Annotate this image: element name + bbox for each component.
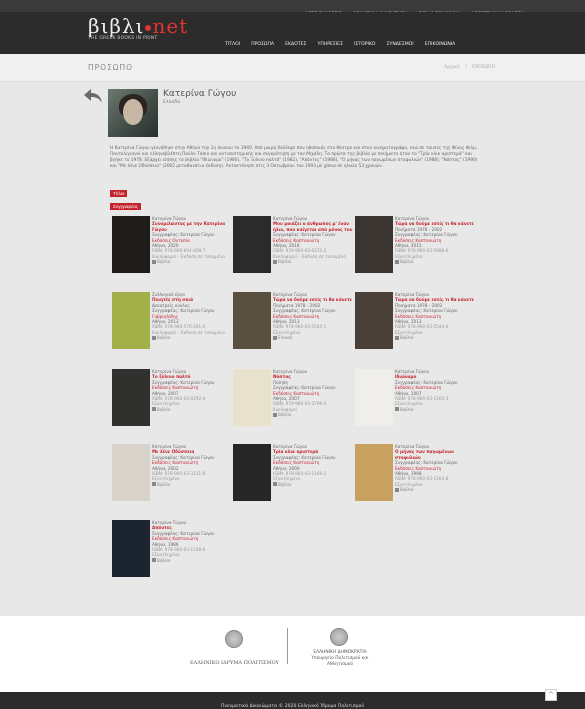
book-card[interactable]: Κατερίνα Γώγου Μου μοιάζει ο άνθρωπος μ' … [233, 216, 353, 286]
book-card[interactable]: Κατερίνα Γώγου Το ξύλινο παλτό Συγγραφέας:… [112, 369, 232, 439]
book-info: Κατερίνα Γώγου Νόστος Ποίηση Συγγραφέας: Κα… [273, 369, 353, 418]
breadcrumb: Αρχική / ΠΡΟΣΩΠΟ [440, 65, 495, 70]
nav-history[interactable]: ΙΣΤΟΡΙΚΟ [354, 42, 375, 47]
book-card[interactable]: Κατερίνα Γώγου Απόντες Συγγραφέας: Κατερίν… [112, 520, 232, 590]
book-card[interactable]: Κατερίνα Γώγου Ιδιώνυμο Συγγραφέας: Κατερί… [355, 369, 475, 439]
book-title[interactable]: Μου μοιάζει ο άνθρωπος μ' έναν ήλιο, που… [273, 221, 353, 232]
book-info: Κατερίνα Γώγου Τρία κλικ αριστερά Συγγραφέ… [273, 444, 353, 487]
book-cover[interactable] [355, 216, 393, 273]
breadcrumb-separator: / [465, 65, 467, 70]
book-cover[interactable] [112, 216, 150, 273]
book-format: Βιβλίο [152, 558, 232, 563]
book-format: Βιβλίο [273, 259, 353, 264]
titles-button[interactable]: Τίτλοι [110, 190, 128, 197]
copyright-text: Πνευματικά Δικαιώματα © 2020 Ελληνικό Ίδ… [220, 704, 365, 709]
book-card[interactable]: Κατερίνα Γώγου Τώρα να δούμε εσείς τι θα … [355, 216, 475, 286]
main-nav: ΤΙΤΛΟΙ ΠΡΟΣΩΠΑ ΕΚΔΟΤΕΣ ΥΠΗΡΕΣΙΕΣ ΙΣΤΟΡΙΚ… [225, 30, 461, 49]
page-title-bar: ΠΡΟΣΩΠΟ Αρχική / ΠΡΟΣΩΠΟ [0, 54, 585, 82]
book-card[interactable]: Κατερίνα Γώγου Με λένε Οδύσσεια Συγγραφέας… [112, 444, 232, 514]
nav-titles[interactable]: ΤΙΤΛΟΙ [225, 42, 240, 47]
ministry-logo-text: ΕΛΛΗΝΙΚΗ ΔΗΜΟΚΡΑΤΙΑ Υπουργείο Πολιτισμού… [300, 650, 380, 668]
book-info: Κατερίνα Γώγου Τώρα να δούμε εσείς τι θα … [273, 292, 353, 341]
book-format: Βιβλίο [273, 482, 353, 487]
site-header: βιβλι net THE GREEK BOOKS IN PRINT ΤΙΤΛΟΙ… [0, 12, 585, 54]
book-cover[interactable] [112, 292, 150, 349]
nav-persons[interactable]: ΠΡΟΣΩΠΑ [251, 42, 274, 47]
book-title[interactable]: Συνομιλώντας με την Κατερίνα Γώγου [152, 221, 232, 232]
nav-publishers[interactable]: ΕΚΔΟΤΕΣ [285, 42, 306, 47]
person-photo [108, 89, 158, 137]
book-cover[interactable] [355, 369, 393, 426]
greek-republic-emblem-icon [330, 628, 348, 646]
book-info: Κατερίνα Γώγου Με λένε Οδύσσεια Συγγραφέας… [152, 444, 232, 487]
foundation-name: ΕΛΛΗΝΙΚΟ ΙΔΡΥΜΑ ΠΟΛΙΤΙΣΜΟΥ [190, 660, 279, 666]
nav-contact[interactable]: ΕΠΙΚΟΙΝΩΝΙΑ [425, 42, 456, 47]
book-card[interactable]: Κατερίνα Γώγου Τώρα να δούμε εσείς τι θα … [355, 292, 475, 362]
logo-word: βιβλι [88, 14, 145, 38]
book-format: Βιβλίο [152, 407, 232, 412]
book-card[interactable]: Κατερίνα Γώγου Ο μήνας των παγωμένων σταφ… [355, 444, 475, 514]
book-cover[interactable] [355, 444, 393, 501]
book-format: E-book [273, 335, 353, 340]
book-format: Βιβλίο [273, 412, 353, 417]
logo-net: net [152, 14, 189, 38]
footer-logos: ΕΛΛΗΝΙΚΟ ΙΔΡΥΜΑ ΠΟΛΙΤΙΣΜΟΥ ΕΛΛΗΝΙΚΗ ΔΗΜΟ… [0, 616, 585, 692]
book-info: Κατερίνα Γώγου Μου μοιάζει ο άνθρωπος μ' … [273, 216, 353, 265]
book-title[interactable]: Ο μήνας των παγωμένων σταφυλιών [395, 449, 475, 460]
book-info: Κατερίνα Γώγου Απόντες Συγγραφέας: Κατερίν… [152, 520, 232, 563]
page-title: ΠΡΟΣΩΠΟ [88, 63, 134, 72]
book-format: Βιβλίο [395, 407, 475, 412]
foundation-emblem-icon [225, 630, 243, 648]
book-cover[interactable] [112, 369, 150, 426]
book-cover[interactable] [112, 520, 150, 577]
breadcrumb-home[interactable]: Αρχική [444, 65, 460, 70]
footer-divider [287, 628, 288, 664]
person-biography: Η Κατερίνα Γώγου γεννήθηκε στην Αθήνα τη… [110, 146, 478, 169]
book-info: Κατερίνα Γώγου Τώρα να δούμε εσείς τι θα … [395, 292, 475, 341]
book-card[interactable]: Συλλογικό έργο Ποιητές στη σκιά Δεκατρείς … [112, 292, 232, 362]
copyright-bar: Πνευματικά Δικαιώματα © 2020 Ελληνικό Ίδ… [0, 692, 585, 709]
book-card[interactable]: Κατερίνα Γώγου Νόστος Ποίηση Συγγραφέας: Κα… [233, 369, 353, 439]
book-info: Κατερίνα Γώγου Ο μήνας των παγωμένων σταφ… [395, 444, 475, 493]
book-card[interactable]: Κατερίνα Γώγου Τρία κλικ αριστερά Συγγραφέ… [233, 444, 353, 514]
book-card[interactable]: Κατερίνα Γώγου Συνομιλώντας με την Κατερί… [112, 216, 232, 286]
book-info: Συλλογικό έργο Ποιητές στη σκιά Δεκατρείς … [152, 292, 232, 341]
book-info: Κατερίνα Γώγου Συνομιλώντας με την Κατερί… [152, 216, 232, 265]
book-cover[interactable] [233, 216, 271, 273]
logo-dot-icon [145, 25, 152, 31]
book-format: Βιβλίο [152, 335, 232, 340]
person-name: Κατερίνα Γώγου [163, 89, 237, 99]
back-arrow-icon[interactable] [83, 88, 103, 104]
book-info: Κατερίνα Γώγου Τώρα να δούμε εσείς τι θα … [395, 216, 475, 265]
person-country: Ελλάδα [163, 100, 181, 105]
ministry-line2: Υπουργείο Πολιτισμού και Αθλητισμού [311, 656, 369, 667]
book-cover[interactable] [112, 444, 150, 501]
book-info: Κατερίνα Γώγου Ιδιώνυμο Συγγραφέας: Κατερί… [395, 369, 475, 412]
book-cover[interactable] [355, 292, 393, 349]
book-cover[interactable] [233, 369, 271, 426]
book-format: Βιβλίο [395, 487, 475, 492]
nav-links[interactable]: ΣΥΝΔΕΣΜΟΙ [387, 42, 414, 47]
breadcrumb-current: ΠΡΟΣΩΠΟ [472, 65, 495, 70]
book-cover[interactable] [233, 292, 271, 349]
nav-services[interactable]: ΥΠΗΡΕΣΙΕΣ [318, 42, 343, 47]
book-format: Βιβλίο [152, 259, 232, 264]
site-logo[interactable]: βιβλι net THE GREEK BOOKS IN PRINT [88, 14, 188, 41]
author-role-button[interactable]: Συγγραφέας [110, 203, 142, 210]
book-info: Κατερίνα Γώγου Το ξύλινο παλτό Συγγραφέας:… [152, 369, 232, 412]
book-format: Βιβλίο [395, 259, 475, 264]
book-format: Βιβλίο [395, 335, 475, 340]
book-format: Βιβλίο [152, 482, 232, 487]
scroll-to-top-button[interactable]: ^ [545, 689, 557, 701]
book-card[interactable]: Κατερίνα Γώγου Τώρα να δούμε εσείς τι θα … [233, 292, 353, 362]
top-utility-bar: ΝΕΕΣ ΕΚΔΟΣΕΙΣ ΘΕΜΑΤΙΚΗ ΑΝΑΖΗΤΗΣΗ ΒΙΒΛΙΑ … [0, 0, 585, 17]
book-cover[interactable] [233, 444, 271, 501]
